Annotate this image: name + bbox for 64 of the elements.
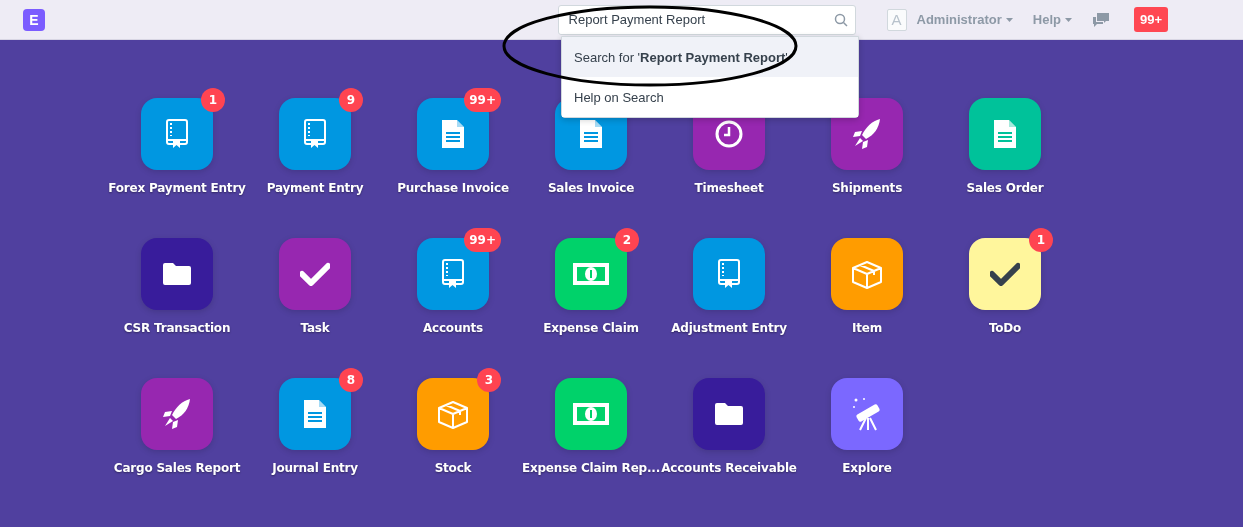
banknote-icon: [573, 403, 609, 425]
rocket-icon: [852, 118, 882, 150]
module-label[interactable]: ToDo: [988, 321, 1022, 335]
dropdown-item[interactable]: Help on Search: [562, 77, 858, 117]
dropdown-item[interactable]: Search for 'Report Payment Report': [562, 37, 858, 77]
module-label[interactable]: Expense Claim Rep...: [521, 461, 661, 475]
module-label[interactable]: Expense Claim: [543, 321, 639, 335]
module-tile[interactable]: [141, 378, 213, 450]
module-label[interactable]: Timesheet: [694, 181, 764, 195]
book-icon: [441, 259, 465, 289]
caret-icon: [1005, 17, 1013, 22]
document-icon: [441, 119, 465, 149]
count-badge: 1: [201, 88, 225, 112]
rocket-icon: [162, 398, 192, 430]
module-label[interactable]: Stock: [434, 461, 472, 475]
app-logo[interactable]: E: [23, 8, 45, 31]
module-tile[interactable]: [693, 378, 765, 450]
clock-icon: [715, 120, 743, 148]
module-label[interactable]: CSR Transaction: [123, 321, 231, 335]
module-tile[interactable]: [693, 238, 765, 310]
document-icon: [303, 399, 327, 429]
count-badge: 2: [615, 228, 639, 252]
module-tile[interactable]: [831, 378, 903, 450]
book-icon: [303, 119, 327, 149]
module-label[interactable]: Adjustment Entry: [671, 321, 787, 335]
module-label[interactable]: Forex Payment Entry: [108, 181, 246, 195]
module-label[interactable]: Item: [851, 321, 882, 335]
module-label[interactable]: Journal Entry: [272, 461, 358, 475]
book-icon: [717, 259, 741, 289]
module-label[interactable]: Accounts: [422, 321, 484, 335]
document-icon: [579, 119, 603, 149]
module-label[interactable]: Sales Invoice: [547, 181, 635, 195]
book-icon: [165, 119, 189, 149]
module-tile[interactable]: [555, 378, 627, 450]
module-label[interactable]: Explore: [842, 461, 892, 475]
count-badge: 3: [477, 368, 501, 392]
module-label[interactable]: Payment Entry: [266, 181, 364, 195]
checkmark-icon: [990, 262, 1020, 286]
telescope-icon: [852, 397, 882, 431]
count-badge: 8: [339, 368, 363, 392]
count-badge: 9: [339, 88, 363, 112]
module-label[interactable]: Cargo Sales Report: [113, 461, 241, 475]
module-tile[interactable]: [141, 238, 213, 310]
module-tile[interactable]: [279, 238, 351, 310]
module-tile[interactable]: [831, 238, 903, 310]
module-label[interactable]: Shipments: [831, 181, 903, 195]
checkmark-icon: [300, 262, 330, 286]
count-badge: 1: [1029, 228, 1053, 252]
module-tile[interactable]: [969, 98, 1041, 170]
search-field[interactable]: Report Payment Report: [557, 4, 856, 35]
count-badge: 99+: [464, 88, 501, 112]
box-icon: [851, 259, 883, 289]
box-icon: [437, 399, 469, 429]
module-label[interactable]: Sales Order: [966, 181, 1044, 195]
folder-icon: [714, 402, 744, 426]
search-icon: [833, 12, 848, 27]
module-label[interactable]: Purchase Invoice: [397, 181, 509, 195]
folder-icon: [162, 262, 192, 286]
banknote-icon: [573, 263, 609, 285]
caret-icon: [1064, 17, 1072, 22]
module-label[interactable]: Accounts Receivable: [661, 461, 797, 475]
document-icon: [993, 119, 1017, 149]
count-badge: 99+: [464, 228, 501, 252]
module-label[interactable]: Task: [300, 321, 330, 335]
